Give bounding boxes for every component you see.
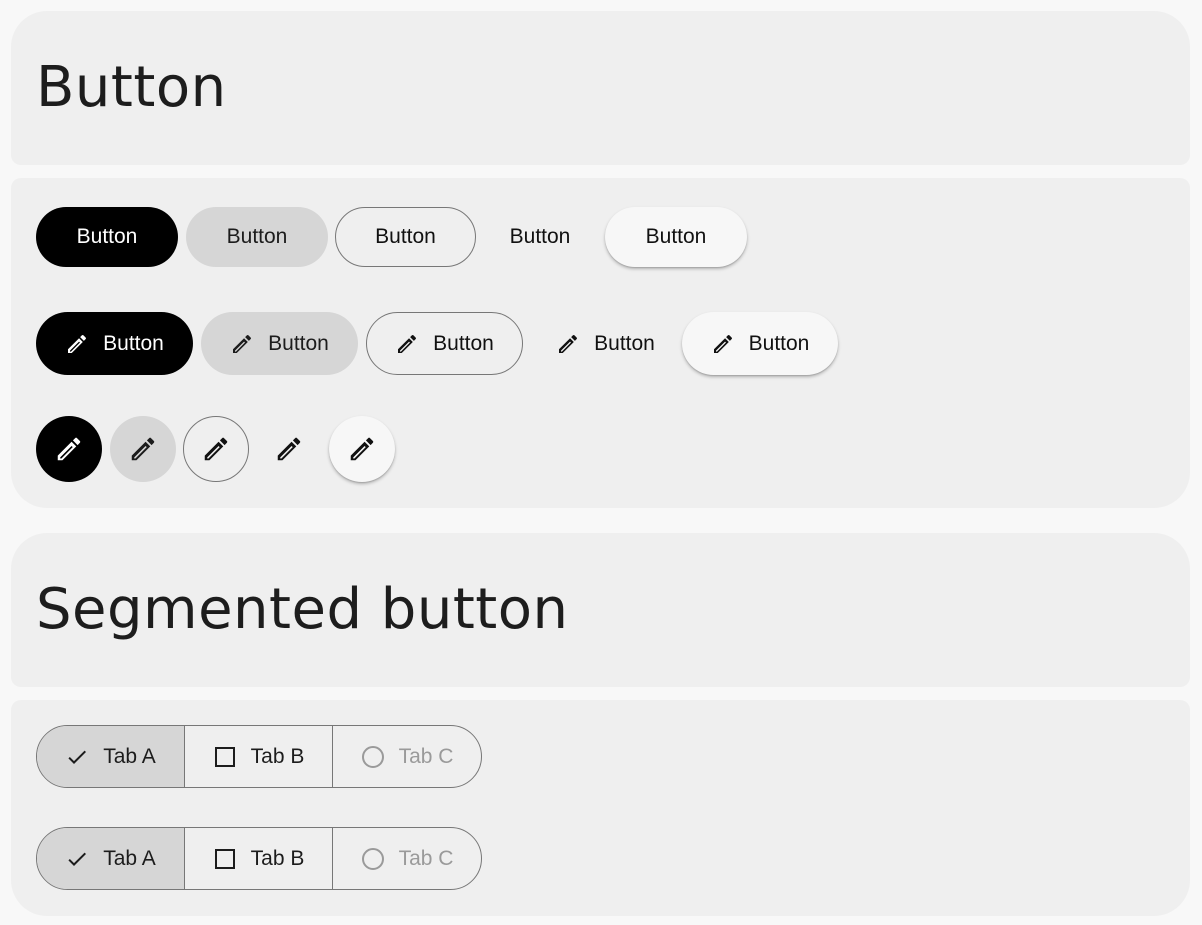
segmented-button: Tab A Tab B Tab C bbox=[36, 827, 482, 890]
segmented-section-header: Segmented button bbox=[11, 533, 1190, 687]
text-icon-only-button[interactable] bbox=[256, 416, 322, 482]
pencil-icon bbox=[230, 332, 254, 356]
filled-icon-only-button[interactable] bbox=[36, 416, 102, 482]
segment-label: Tab B bbox=[250, 744, 305, 768]
segment-label: Tab A bbox=[103, 744, 156, 768]
pencil-icon bbox=[274, 434, 304, 464]
square-icon bbox=[213, 847, 237, 871]
segment-label: Tab A bbox=[103, 846, 156, 870]
circle-icon bbox=[361, 745, 385, 769]
segmented-button: Tab A Tab B Tab C bbox=[36, 725, 482, 788]
segment-label: Tab C bbox=[398, 846, 454, 870]
button-label: Button bbox=[594, 331, 655, 355]
pencil-icon bbox=[128, 434, 158, 464]
check-icon bbox=[65, 847, 89, 871]
pencil-icon bbox=[54, 434, 84, 464]
section-title-button: Button bbox=[36, 55, 227, 120]
segment-tab-c: Tab C bbox=[333, 828, 481, 889]
elevated-button[interactable]: Button bbox=[605, 207, 747, 267]
pencil-icon bbox=[347, 434, 377, 464]
segment-tab-a[interactable]: Tab A bbox=[37, 726, 185, 787]
circle-icon bbox=[361, 847, 385, 871]
segment-tab-c: Tab C bbox=[333, 726, 481, 787]
button-label: Button bbox=[268, 331, 329, 355]
square-icon bbox=[213, 745, 237, 769]
outlined-button[interactable]: Button bbox=[335, 207, 476, 267]
outlined-icon-only-button[interactable] bbox=[183, 416, 249, 482]
segment-label: Tab B bbox=[250, 846, 305, 870]
filled-button[interactable]: Button bbox=[36, 207, 178, 267]
pencil-icon bbox=[395, 332, 419, 356]
button-label: Button bbox=[103, 331, 164, 355]
section-title-segmented: Segmented button bbox=[36, 577, 569, 642]
tonal-button[interactable]: Button bbox=[186, 207, 328, 267]
button-label: Button bbox=[433, 331, 494, 355]
text-icon-button[interactable]: Button bbox=[534, 312, 677, 375]
pencil-icon bbox=[201, 434, 231, 464]
pencil-icon bbox=[711, 332, 735, 356]
segment-tab-a[interactable]: Tab A bbox=[37, 828, 185, 889]
button-row-icon-only bbox=[36, 416, 395, 482]
button-label: Button bbox=[645, 225, 707, 248]
segment-tab-b[interactable]: Tab B bbox=[185, 726, 333, 787]
elevated-icon-only-button[interactable] bbox=[329, 416, 395, 482]
button-label: Button bbox=[748, 331, 810, 355]
filled-icon-button[interactable]: Button bbox=[36, 312, 193, 375]
tonal-icon-button[interactable]: Button bbox=[201, 312, 358, 375]
segment-label: Tab C bbox=[398, 744, 454, 768]
segmented-section-body: Tab A Tab B Tab C Tab A Tab B Tab C bbox=[11, 700, 1190, 916]
tonal-icon-only-button[interactable] bbox=[110, 416, 176, 482]
button-section-header: Button bbox=[11, 11, 1190, 165]
button-label: Button bbox=[509, 225, 571, 248]
elevated-icon-button[interactable]: Button bbox=[682, 312, 838, 375]
text-button[interactable]: Button bbox=[484, 207, 596, 267]
button-label: Button bbox=[76, 225, 138, 248]
check-icon bbox=[65, 745, 89, 769]
button-section-body: Button Button Button Button Button Butto… bbox=[11, 178, 1190, 508]
pencil-icon bbox=[65, 332, 89, 356]
pencil-icon bbox=[556, 332, 580, 356]
outlined-icon-button[interactable]: Button bbox=[366, 312, 523, 375]
button-row-text: Button Button Button Button Button bbox=[36, 207, 747, 267]
button-label: Button bbox=[226, 225, 288, 248]
button-row-icon-text: Button Button Button Button Button bbox=[36, 312, 838, 375]
segment-tab-b[interactable]: Tab B bbox=[185, 828, 333, 889]
button-label: Button bbox=[375, 225, 436, 248]
